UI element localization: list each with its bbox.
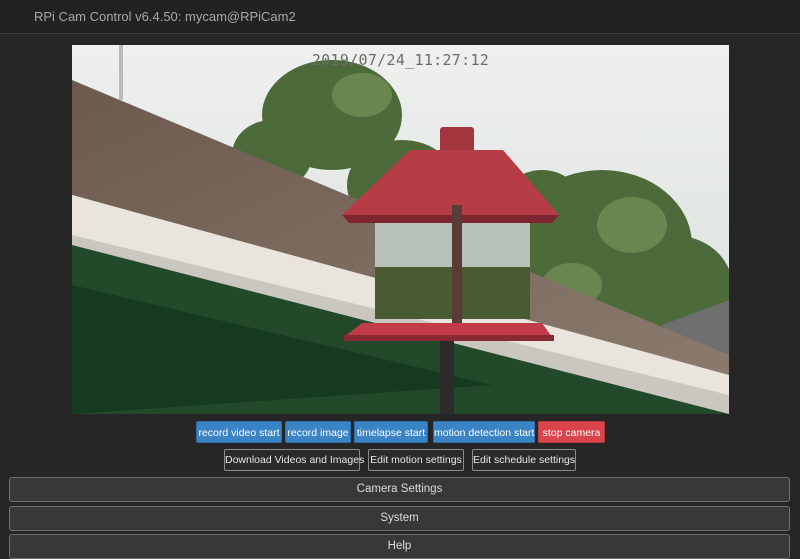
download-videos-images-button[interactable]: Download Videos and Images [224,449,364,471]
stop-camera-button[interactable]: stop camera [538,421,605,443]
camera-settings-panel[interactable]: Camera Settings [9,477,790,502]
navbar: RPi Cam Control v6.4.50: mycam@RPiCam2 [0,0,800,34]
camera-preview[interactable]: 2019/07/24_11:27:12 [72,45,729,414]
timelapse-start-button[interactable]: timelapse start [354,421,428,443]
record-image-button[interactable]: record image [285,421,351,443]
camera-preview-image [72,45,729,414]
record-video-start-button[interactable]: record video start [196,421,282,443]
edit-motion-settings-button[interactable]: Edit motion settings [368,449,464,471]
edit-schedule-settings-button[interactable]: Edit schedule settings [472,449,576,471]
app-title[interactable]: RPi Cam Control v6.4.50: mycam@RPiCam2 [34,9,296,24]
help-panel[interactable]: Help [9,534,790,559]
system-panel[interactable]: System [9,506,790,531]
preview-timestamp: 2019/07/24_11:27:12 [311,51,490,69]
motion-detection-start-button[interactable]: motion detection start [433,421,535,443]
